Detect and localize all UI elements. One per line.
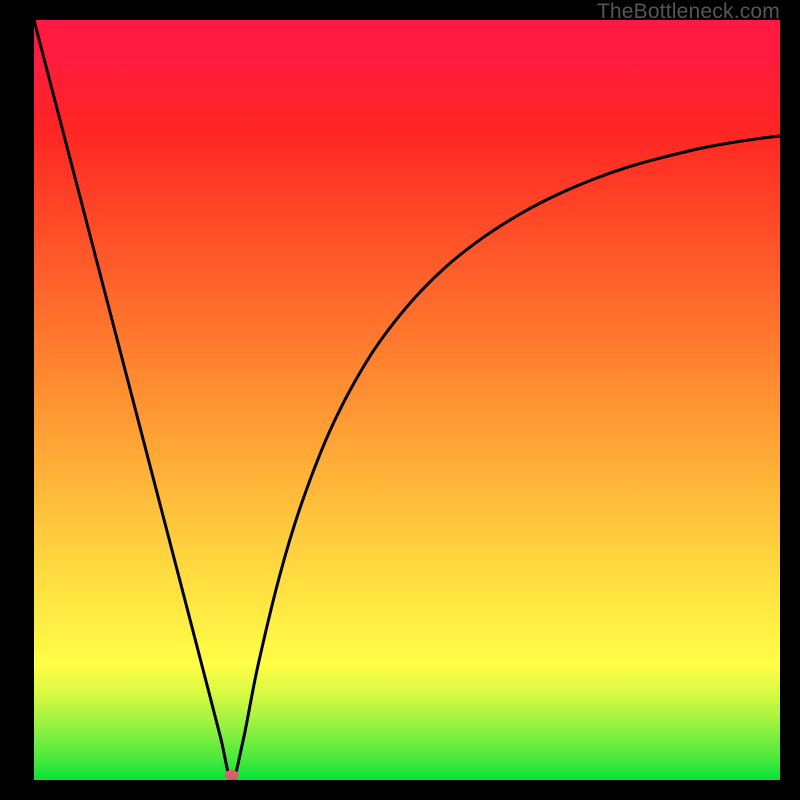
watermark-text: TheBottleneck.com <box>597 0 780 24</box>
bottleneck-chart <box>34 20 780 780</box>
gradient-background <box>34 20 780 780</box>
chart-frame <box>34 20 780 780</box>
optimal-point-marker <box>225 770 239 780</box>
